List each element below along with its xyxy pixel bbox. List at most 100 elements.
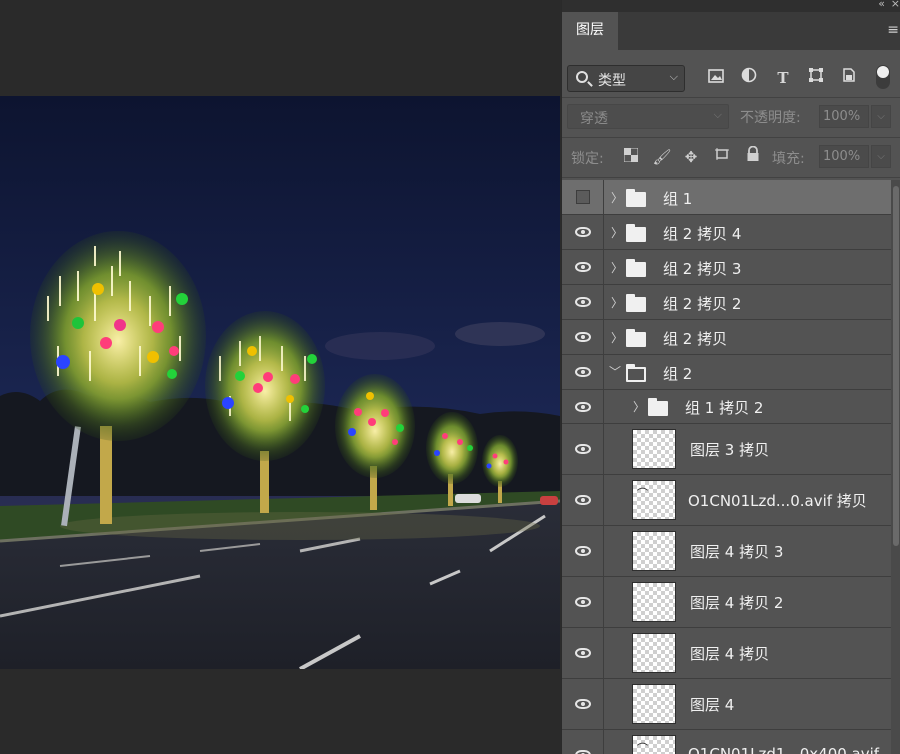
visibility-cell[interactable] [562, 679, 604, 729]
eye-icon[interactable] [575, 444, 591, 454]
visibility-cell[interactable] [562, 526, 604, 576]
panel-topbar: « × [562, 0, 900, 12]
chevron-right-icon[interactable]: 〉 [611, 189, 623, 206]
visibility-off-box[interactable] [576, 190, 590, 204]
layer-row-group[interactable]: 〉 组 1 [562, 180, 891, 215]
filter-row: 类型 ⌵ T [562, 62, 900, 92]
eye-icon[interactable] [575, 648, 591, 658]
eye-icon[interactable] [575, 297, 591, 307]
close-icon[interactable]: × [891, 0, 900, 10]
layer-thumbnail: ⌒ [632, 480, 676, 520]
layer-row[interactable]: 图层 4 拷贝 3 [562, 526, 891, 577]
chevron-right-icon[interactable]: 〉 [611, 259, 623, 276]
search-icon [576, 71, 588, 83]
scrollbar-thumb[interactable] [893, 186, 899, 546]
opacity-dropdown[interactable]: ⌵ [871, 105, 891, 128]
layer-row[interactable]: ⌒ O1CN01Lzd1...0x400.avif [562, 730, 891, 754]
divider [562, 97, 900, 98]
layer-thumbnail [632, 684, 676, 724]
visibility-cell[interactable] [562, 424, 604, 474]
visibility-cell[interactable] [562, 320, 604, 354]
visibility-cell[interactable] [562, 475, 604, 525]
fill-field[interactable]: 100% [819, 145, 869, 168]
eye-icon[interactable] [575, 546, 591, 556]
eye-icon[interactable] [575, 262, 591, 272]
visibility-cell[interactable] [562, 577, 604, 627]
layer-row[interactable]: 图层 3 拷贝 [562, 424, 891, 475]
visibility-cell[interactable] [562, 215, 604, 249]
layers-scrollbar[interactable] [891, 180, 900, 754]
visibility-cell[interactable] [562, 180, 604, 214]
opacity-field[interactable]: 100% [819, 105, 869, 128]
layer-row-group[interactable]: 〉 组 2 拷贝 4 [562, 215, 891, 250]
lock-position-icon[interactable]: ✥ [680, 146, 702, 168]
layer-thumbnail [632, 429, 676, 469]
chevron-down-icon: ⌵ [713, 108, 722, 121]
layer-row-group[interactable]: 〉 组 2 拷贝 2 [562, 285, 891, 320]
eye-icon[interactable] [575, 367, 591, 377]
lock-all-icon[interactable] [742, 145, 764, 168]
night-street-tree-lights-artwork [0, 96, 560, 669]
type-filter-icon[interactable]: T [772, 67, 794, 89]
chevron-right-icon[interactable]: 〉 [611, 329, 623, 346]
visibility-cell[interactable] [562, 250, 604, 284]
document-image[interactable] [0, 96, 560, 669]
blend-mode-label: 穿透 [580, 111, 608, 127]
layer-row-group[interactable]: 〉 组 1 拷贝 2 [562, 390, 891, 424]
layer-row[interactable]: ⌒ O1CN01Lzd...0.avif 拷贝 [562, 475, 891, 526]
lock-image-icon[interactable]: 🖌 [651, 146, 673, 168]
folder-icon [626, 294, 646, 312]
layer-row-group-expanded[interactable]: ﹀ 组 2 [562, 355, 891, 390]
lock-transparent-icon[interactable] [620, 146, 642, 168]
chevron-right-icon[interactable]: 〉 [633, 398, 645, 415]
folder-open-icon [626, 364, 646, 382]
fill-dropdown[interactable]: ⌵ [871, 145, 891, 168]
filter-kind-select[interactable]: 类型 ⌵ [567, 65, 685, 92]
lock-row: 锁定: 🖌 ✥ 填充: 100% ⌵ [562, 144, 900, 172]
chevron-down-icon[interactable]: ﹀ [609, 363, 621, 380]
filter-toggle-switch[interactable] [876, 65, 890, 89]
eye-icon[interactable] [575, 227, 591, 237]
layer-name: 组 2 拷贝 [663, 330, 728, 348]
chevron-right-icon[interactable]: 〉 [611, 294, 623, 311]
visibility-cell[interactable] [562, 285, 604, 319]
chevron-down-icon: ⌵ [669, 70, 678, 83]
layer-name: 图层 4 拷贝 3 [690, 543, 784, 561]
double-chevron-left-icon[interactable]: « [878, 0, 885, 10]
lock-artboard-icon[interactable] [711, 146, 733, 168]
chevron-right-icon[interactable]: 〉 [611, 224, 623, 241]
eye-icon[interactable] [575, 495, 591, 505]
blend-mode-select[interactable]: 穿透 ⌵ [567, 104, 729, 129]
visibility-cell[interactable] [562, 355, 604, 389]
layer-row[interactable]: 图层 4 [562, 679, 891, 730]
shape-filter-icon[interactable] [805, 67, 827, 89]
tab-layers[interactable]: 图层 [562, 12, 618, 50]
layer-name: 图层 4 拷贝 2 [690, 594, 784, 612]
layer-row[interactable]: 图层 4 拷贝 2 [562, 577, 891, 628]
eye-icon[interactable] [575, 332, 591, 342]
layer-row-group[interactable]: 〉 组 2 拷贝 3 [562, 250, 891, 285]
fill-label: 填充: [772, 151, 805, 167]
layer-name: 组 1 [663, 190, 693, 208]
smart-object-filter-icon[interactable] [838, 67, 860, 89]
folder-icon [626, 189, 646, 207]
layers-list[interactable]: 〉 组 1 〉 组 2 拷贝 4 〉 组 2 拷贝 3 〉 组 2 拷贝 2 〉… [562, 180, 891, 754]
eye-icon[interactable] [575, 597, 591, 607]
canvas-workspace[interactable] [0, 0, 560, 754]
panel-tabbar: 图层 ≡ [562, 12, 900, 50]
visibility-cell[interactable] [562, 628, 604, 678]
eye-icon[interactable] [575, 699, 591, 709]
hamburger-menu-icon[interactable]: ≡ [887, 22, 899, 38]
image-filter-icon[interactable] [705, 67, 727, 89]
layer-row[interactable]: 图层 4 拷贝 [562, 628, 891, 679]
adjustment-filter-icon[interactable] [738, 67, 760, 89]
visibility-cell[interactable] [562, 730, 604, 754]
eye-icon[interactable] [575, 402, 591, 412]
opacity-label: 不透明度: [740, 110, 801, 126]
layer-name: 组 2 拷贝 2 [663, 295, 742, 313]
layer-row-group[interactable]: 〉 组 2 拷贝 [562, 320, 891, 355]
blend-row: 穿透 ⌵ 不透明度: 100% ⌵ [562, 104, 900, 132]
visibility-cell[interactable] [562, 390, 604, 423]
layers-panel: « × 图层 ≡ 类型 ⌵ T 穿透 ⌵ 不透明度: 100% ⌵ 锁定: 🖌 … [561, 0, 900, 754]
eye-icon[interactable] [575, 750, 591, 754]
